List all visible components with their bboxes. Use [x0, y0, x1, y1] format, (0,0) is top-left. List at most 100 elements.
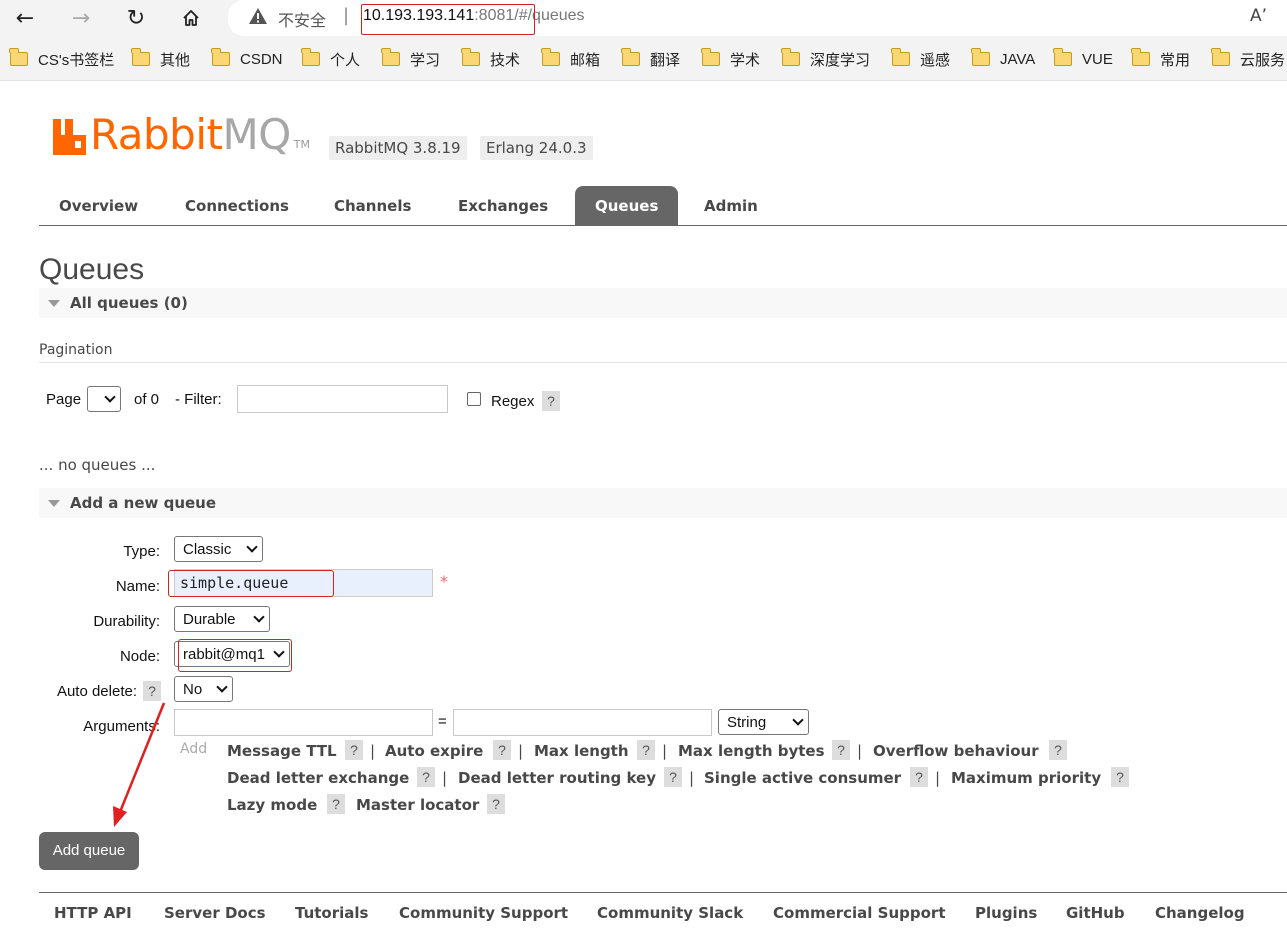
bookmark-item[interactable]: 深度学习 [781, 48, 870, 70]
arg-link-overflow-behaviour[interactable]: Overflow behaviour [873, 742, 1039, 760]
help-button[interactable]: ? [1111, 767, 1129, 787]
arg-link-lazy-mode[interactable]: Lazy mode [227, 796, 317, 814]
pagination-divider [39, 362, 1287, 363]
bookmark-item[interactable]: JAVA [971, 48, 1035, 70]
folder-icon [9, 48, 28, 66]
footer-link-github[interactable]: GitHub [1066, 904, 1125, 922]
add-queue-button[interactable]: Add queue [39, 832, 139, 870]
back-icon[interactable]: ← [10, 4, 40, 32]
folder-icon [301, 48, 320, 66]
footer-link-community-slack[interactable]: Community Slack [597, 904, 743, 922]
bookmark-item[interactable]: 技术 [461, 48, 520, 70]
read-aloud-icon[interactable]: A’ [1250, 6, 1267, 26]
help-button[interactable]: ? [417, 767, 435, 787]
insecure-label: 不安全 [278, 11, 327, 30]
tab-overview[interactable]: Overview [39, 186, 158, 226]
help-button[interactable]: ? [637, 740, 655, 760]
arg-link-message-ttl[interactable]: Message TTL [227, 742, 337, 760]
separator: | [857, 742, 863, 760]
chevron-down-icon [792, 714, 804, 726]
footer-link-plugins[interactable]: Plugins [975, 904, 1037, 922]
add-argument-label: Add [180, 741, 208, 757]
all-queues-heading: All queues (0) [70, 294, 188, 312]
auto-delete-help-button[interactable]: ? [143, 681, 161, 701]
arg-link-dead-letter-routing-key[interactable]: Dead letter routing key [458, 769, 656, 787]
browser-address-bar: ← → ↻ 不安全 | 10.193.193.141:8081/#/queues… [0, 0, 1287, 38]
filter-input[interactable] [237, 385, 448, 413]
help-button[interactable]: ? [664, 767, 682, 787]
footer-link-community-support[interactable]: Community Support [399, 904, 568, 922]
erlang-version-badge: Erlang 24.0.3 [480, 136, 593, 160]
add-queue-section-toggle[interactable]: Add a new queue [39, 488, 1287, 518]
warning-icon [249, 8, 267, 24]
refresh-icon[interactable]: ↻ [121, 4, 151, 32]
separator: | [442, 769, 448, 787]
footer-link-changelog[interactable]: Changelog [1155, 904, 1245, 922]
folder-icon [971, 48, 990, 66]
tab-admin[interactable]: Admin [684, 186, 778, 226]
help-button[interactable]: ? [487, 794, 505, 814]
all-queues-section-toggle[interactable]: All queues (0) [39, 288, 1287, 318]
footer-link-commercial-support[interactable]: Commercial Support [773, 904, 946, 922]
bookmark-item[interactable]: 翻译 [621, 48, 680, 70]
tab-queues[interactable]: Queues [575, 186, 679, 226]
regex-help-button[interactable]: ? [542, 391, 560, 411]
arg-link-auto-expire[interactable]: Auto expire [385, 742, 483, 760]
regex-label: Regex [491, 393, 535, 410]
required-marker: * [440, 572, 448, 591]
regex-checkbox[interactable] [467, 392, 481, 406]
page-select[interactable] [87, 386, 121, 412]
collapse-triangle-icon [48, 300, 60, 307]
bookmark-item[interactable]: 邮箱 [541, 48, 600, 70]
help-button[interactable]: ? [1049, 740, 1067, 760]
argument-key-input[interactable] [174, 709, 433, 736]
bookmark-item[interactable]: 其他 [131, 48, 190, 70]
argument-type-select[interactable]: String [718, 709, 809, 735]
arg-link-maximum-priority[interactable]: Maximum priority [951, 769, 1101, 787]
footer-link-server-docs[interactable]: Server Docs [164, 904, 266, 922]
chevron-down-icon [253, 611, 265, 623]
bookmark-item[interactable]: 云服务 [1211, 48, 1285, 70]
url-highlight-annotation [361, 4, 535, 35]
type-label: Type: [123, 543, 160, 560]
auto-delete-select[interactable]: No [174, 676, 233, 702]
arg-link-max-length[interactable]: Max length [534, 742, 629, 760]
bookmark-item[interactable]: 学习 [381, 48, 440, 70]
bookmark-item[interactable]: 个人 [301, 48, 360, 70]
argument-value-input[interactable] [453, 709, 712, 736]
type-select[interactable]: Classic [174, 536, 263, 562]
help-button[interactable]: ? [832, 740, 850, 760]
arg-link-max-length-bytes[interactable]: Max length bytes [678, 742, 825, 760]
arg-link-master-locator[interactable]: Master locator [356, 796, 479, 814]
node-highlight-annotation [178, 639, 292, 672]
rabbitmq-logo[interactable]: Rabbit MQ TM [53, 110, 310, 159]
tab-connections[interactable]: Connections [165, 186, 309, 226]
bookmark-item[interactable]: CS's书签栏 [9, 48, 114, 70]
logo-trademark: TM [293, 138, 310, 151]
help-button[interactable]: ? [345, 740, 363, 760]
bookmark-item[interactable]: VUE [1053, 48, 1113, 70]
logo-mq-text: MQ [222, 110, 291, 159]
help-button[interactable]: ? [493, 740, 511, 760]
arg-link-dead-letter-exchange[interactable]: Dead letter exchange [227, 769, 409, 787]
pagination-label: Pagination [39, 342, 113, 358]
folder-icon [461, 48, 480, 66]
footer-link-tutorials[interactable]: Tutorials [295, 904, 368, 922]
bookmark-item[interactable]: 遥感 [891, 48, 950, 70]
main-nav-tabs: Overview Connections Channels Exchanges … [39, 186, 1287, 226]
durability-select[interactable]: Durable [174, 606, 270, 632]
folder-icon [621, 48, 640, 66]
bookmark-item[interactable]: 学术 [701, 48, 760, 70]
footer-link-http-api[interactable]: HTTP API [54, 904, 132, 922]
forward-icon[interactable]: → [66, 4, 96, 32]
help-button[interactable]: ? [910, 767, 928, 787]
bookmark-item[interactable]: CSDN [211, 48, 283, 70]
tab-exchanges[interactable]: Exchanges [438, 186, 568, 226]
no-queues-message: ... no queues ... [39, 456, 156, 474]
tab-channels[interactable]: Channels [314, 186, 431, 226]
help-button[interactable]: ? [327, 794, 345, 814]
bookmark-item[interactable]: 常用 [1131, 48, 1190, 70]
name-highlight-annotation [168, 570, 334, 597]
home-icon[interactable] [176, 4, 206, 32]
arg-link-single-active-consumer[interactable]: Single active consumer [704, 769, 901, 787]
